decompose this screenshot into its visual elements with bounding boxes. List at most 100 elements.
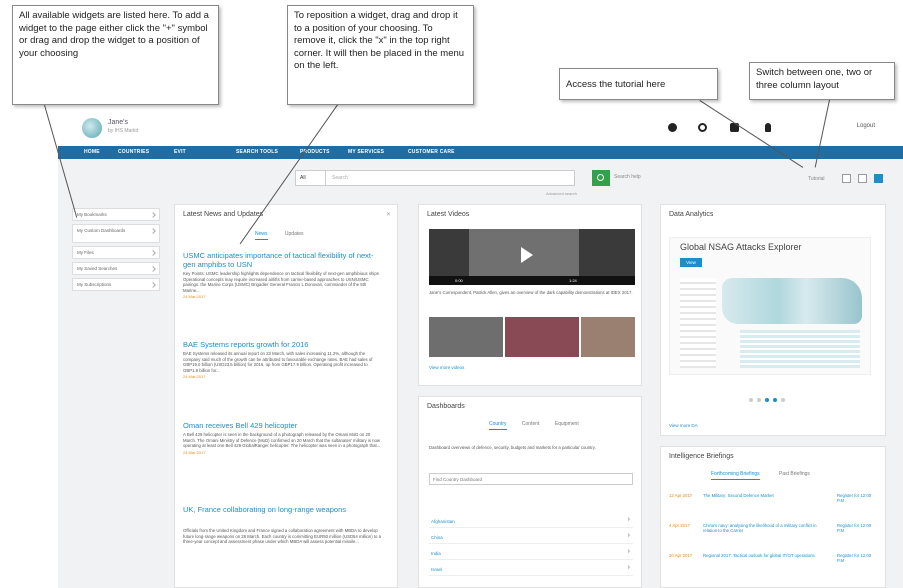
video-widget[interactable]: Latest Videos 0:00 1:24 Jane's Correspon…: [418, 204, 642, 386]
callout-widgets: All available widgets are listed here. T…: [12, 5, 219, 105]
dashboards-description: Dashboard overviews of defence, security…: [429, 445, 596, 450]
view-more-videos-link[interactable]: View more videos: [429, 365, 464, 370]
nav-home[interactable]: HOME: [84, 149, 100, 155]
news-headline[interactable]: USMC anticipates importance of tactical …: [183, 251, 383, 269]
carousel-dot[interactable]: [765, 398, 769, 402]
news-summary: Key Points: USMC leadership highlights d…: [183, 271, 379, 293]
search-input[interactable]: Search: [332, 175, 348, 181]
sidebar-item-saved-searches[interactable]: My Saved Searches: [72, 262, 160, 275]
news-tabs: News Updates: [255, 231, 304, 240]
briefings-tabs: Forthcoming Briefings Past Briefings: [711, 471, 810, 480]
data-analytics-widget[interactable]: Data Analytics Global NSAG Attacks Explo…: [660, 204, 886, 436]
news-summary: BAE Systems released its annual report o…: [183, 351, 373, 373]
dashboard-row-china[interactable]: China: [429, 531, 633, 544]
nav-search-tools[interactable]: SEARCH TOOLS: [236, 149, 278, 155]
video-thumbnail[interactable]: [581, 317, 635, 357]
search-row: All Search Search help Advanced search T…: [58, 159, 903, 203]
analytics-map[interactable]: Global NSAG Attacks Explorer View: [669, 237, 871, 375]
carousel-dot[interactable]: [773, 398, 777, 402]
analytics-view-button[interactable]: View: [680, 258, 702, 267]
tab-content[interactable]: Content: [522, 421, 540, 427]
dashboard-row-israel[interactable]: Israel: [429, 563, 633, 576]
world-map: [722, 278, 862, 324]
callout-reposition: To reposition a widget, drag and drop it…: [287, 5, 474, 105]
callout-layout: Switch between one, two or three column …: [749, 62, 895, 100]
news-widget[interactable]: Latest News and Updates ✕ News Updates U…: [174, 204, 398, 588]
news-headline[interactable]: Oman receives Bell 429 helicopter: [183, 421, 383, 430]
dashboard-row-india[interactable]: India: [429, 547, 633, 560]
layout-three-column-icon[interactable]: [874, 174, 883, 183]
news-item[interactable]: BAE Systems reports growth for 2016 BAE …: [183, 340, 383, 379]
dashboards-widget[interactable]: Dashboards Country Content Equipment Das…: [418, 396, 642, 588]
widget-sidebar: My Bookmarks My Custom Dashboards My Fil…: [72, 208, 160, 294]
play-icon[interactable]: [521, 247, 533, 263]
tab-forthcoming[interactable]: Forthcoming Briefings: [711, 471, 760, 480]
news-headline[interactable]: UK, France collaborating on long-range w…: [183, 505, 383, 514]
search-help-link[interactable]: Search help: [614, 174, 641, 180]
news-widget-title: Latest News and Updates: [183, 211, 264, 218]
briefing-title[interactable]: China's navy: analysing the likelihood o…: [703, 523, 823, 534]
video-controls[interactable]: 0:00 1:24: [429, 276, 635, 285]
logout-link[interactable]: Logout: [857, 123, 875, 129]
help-icon[interactable]: [668, 123, 677, 132]
news-headline[interactable]: BAE Systems reports growth for 2016: [183, 340, 383, 349]
nav-evit[interactable]: EVIT: [174, 149, 186, 155]
sidebar-item-subscriptions[interactable]: My Subscriptions: [72, 278, 160, 291]
briefings-widget[interactable]: Intelligence Briefings Forthcoming Brief…: [660, 446, 886, 588]
country-dashboard-select[interactable]: Find Country Dashboard: [429, 473, 633, 485]
dashboards-tabs: Country Content Equipment: [489, 421, 579, 430]
user-icon[interactable]: [765, 123, 771, 132]
carousel-dot[interactable]: [757, 398, 761, 402]
close-icon[interactable]: ✕: [386, 211, 391, 218]
video-widget-title: Latest Videos: [427, 211, 470, 218]
news-date: 24 Mar 2017: [183, 294, 206, 300]
search-button[interactable]: [592, 170, 610, 186]
main-nav: HOME COUNTRIES EVIT SEARCH TOOLS PRODUCT…: [58, 146, 903, 159]
register-link[interactable]: Register for 12:00 P.M: [837, 553, 877, 564]
register-link[interactable]: Register for 12:00 P.M: [837, 523, 877, 534]
news-item[interactable]: USMC anticipates importance of tactical …: [183, 251, 383, 299]
tab-equipment[interactable]: Equipment: [555, 421, 579, 427]
briefing-date: 20 Apr 2017: [669, 553, 693, 558]
logo-icon[interactable]: [82, 118, 102, 138]
briefings-title: Intelligence Briefings: [669, 453, 734, 460]
tab-country[interactable]: Country: [489, 421, 507, 430]
tab-past[interactable]: Past Briefings: [779, 471, 810, 477]
data-analytics-title: Data Analytics: [669, 211, 714, 218]
sidebar-item-custom-dashboards[interactable]: My Custom Dashboards: [72, 224, 160, 243]
video-player[interactable]: 0:00 1:24: [429, 229, 635, 285]
carousel-dot[interactable]: [749, 398, 753, 402]
nav-my-services[interactable]: MY SERVICES: [348, 149, 384, 155]
view-more-da-link[interactable]: View more DA: [669, 423, 698, 428]
tab-news[interactable]: News: [255, 231, 268, 240]
dashboards-widget-title: Dashboards: [427, 403, 465, 410]
top-bar: Jane's by IHS Markit Logout: [58, 108, 903, 146]
search-scope-select[interactable]: All: [296, 171, 326, 185]
data-table: [740, 330, 860, 368]
nav-countries[interactable]: COUNTRIES: [118, 149, 149, 155]
sidebar-item-bookmarks[interactable]: My Bookmarks: [72, 208, 160, 221]
news-item[interactable]: Oman receives Bell 429 helicopter A Bell…: [183, 421, 383, 455]
tutorial-link[interactable]: Tutorial: [808, 176, 825, 182]
video-caption: Jane's Correspondent, Patrick Allen, giv…: [429, 290, 633, 295]
layout-one-column-icon[interactable]: [842, 174, 851, 183]
briefing-title[interactable]: Regional 2017: Tactical outlook for glob…: [703, 553, 823, 558]
tab-updates[interactable]: Updates: [285, 231, 304, 237]
layout-two-column-icon[interactable]: [858, 174, 867, 183]
briefing-title[interactable]: The Military: Second Defence Market: [703, 493, 823, 498]
news-item[interactable]: UK, France collaborating on long-range w…: [183, 505, 383, 545]
dashboard-row-afghanistan[interactable]: Afghanistan: [429, 515, 633, 528]
settings-icon[interactable]: [698, 123, 707, 132]
advanced-search-link[interactable]: Advanced search: [546, 191, 577, 196]
briefing-date: 12 Apr 2017: [669, 493, 693, 498]
register-link[interactable]: Register for 12:00 P.M: [837, 493, 877, 504]
briefing-date: 4 Apr 2017: [669, 523, 690, 528]
nav-customer-care[interactable]: CUSTOMER CARE: [408, 149, 455, 155]
video-thumbnail[interactable]: [505, 317, 579, 357]
video-thumbnail[interactable]: [429, 317, 503, 357]
carousel-dot[interactable]: [781, 398, 785, 402]
legend-list: [680, 278, 716, 368]
sidebar-item-files[interactable]: My Files: [72, 246, 160, 259]
news-date: 24 Mar 2017: [183, 449, 206, 455]
app-screenshot: Jane's by IHS Markit Logout HOME COUNTRIE…: [58, 108, 903, 588]
